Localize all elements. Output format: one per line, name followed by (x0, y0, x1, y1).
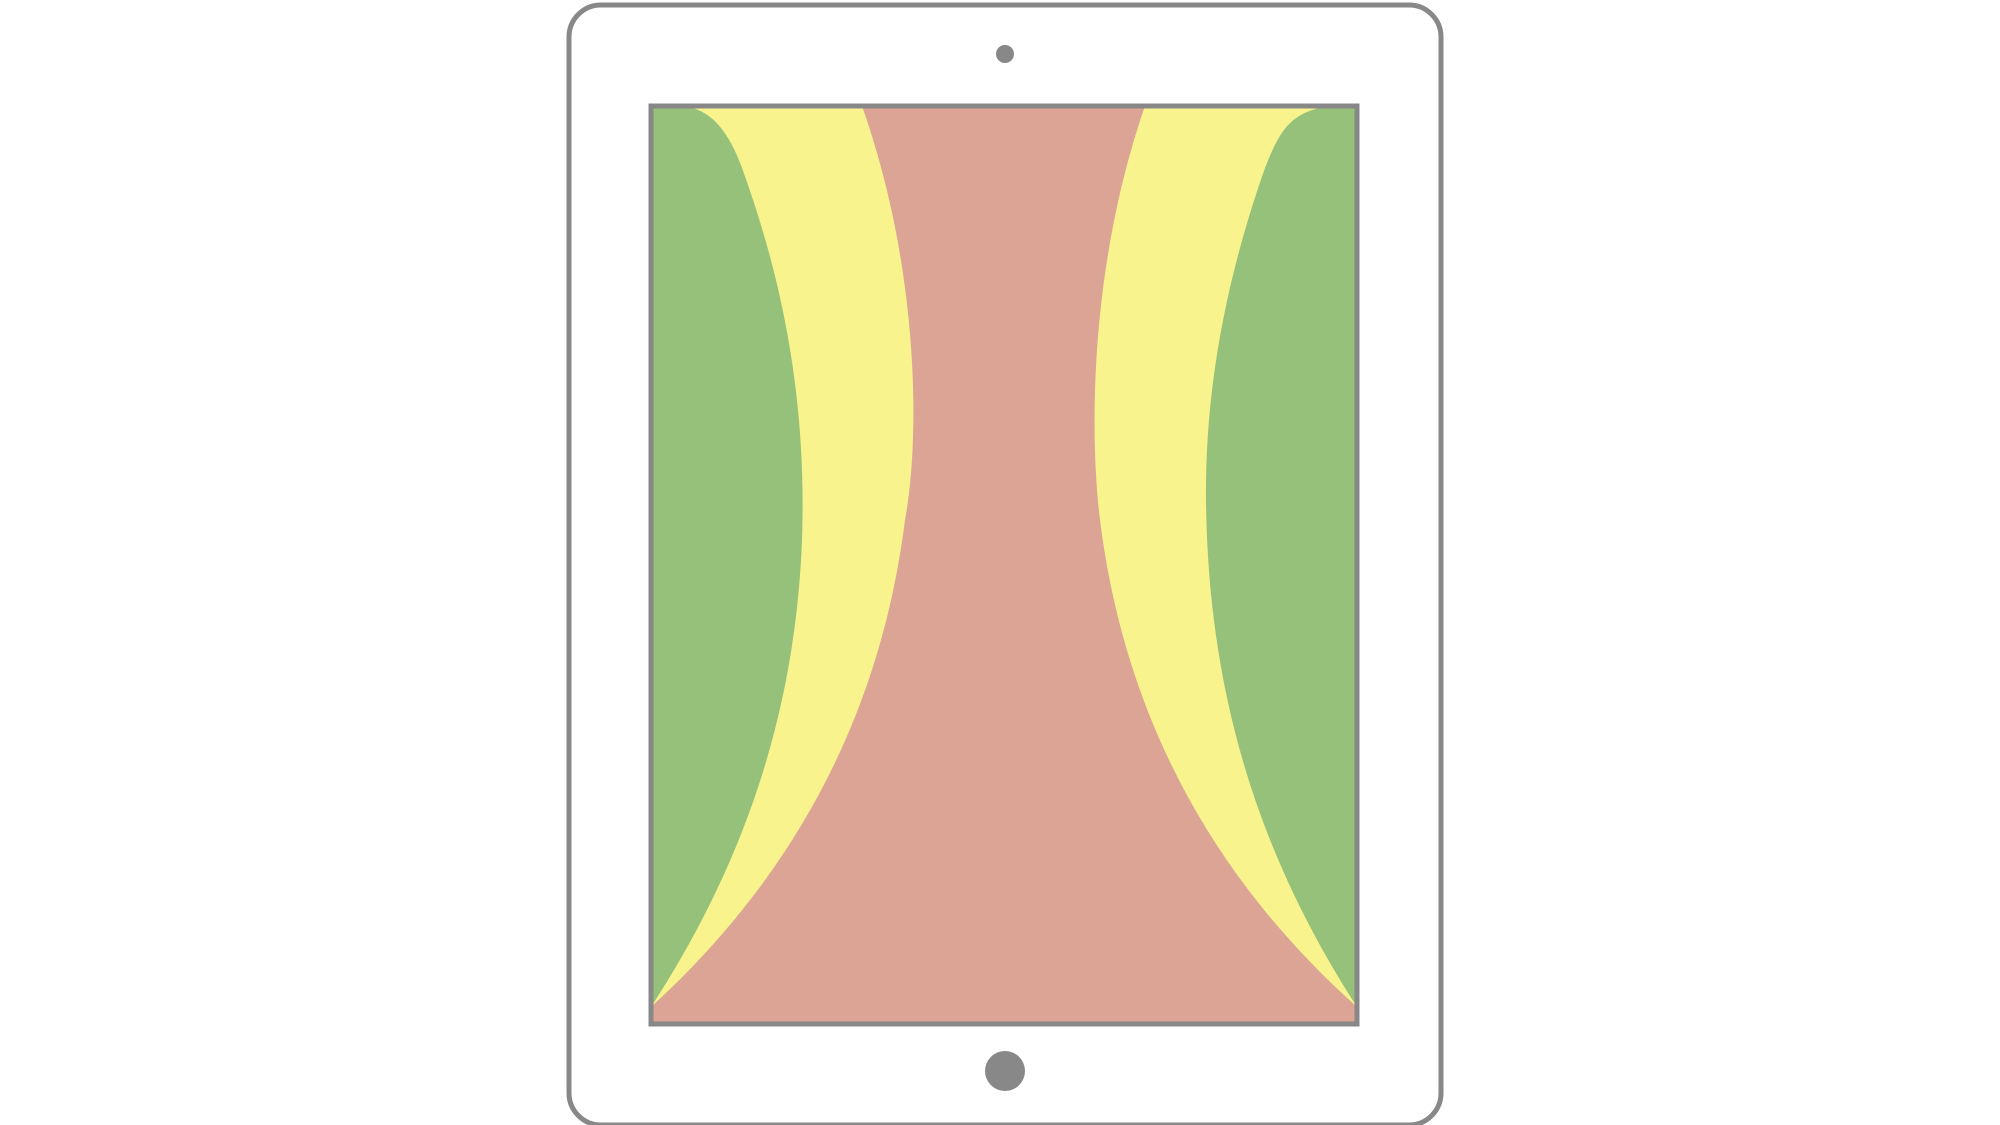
home-button[interactable] (985, 1051, 1025, 1091)
screen (651, 106, 1357, 1024)
camera-icon (996, 45, 1014, 63)
tablet-thumb-zone-diagram (566, 2, 1444, 1125)
